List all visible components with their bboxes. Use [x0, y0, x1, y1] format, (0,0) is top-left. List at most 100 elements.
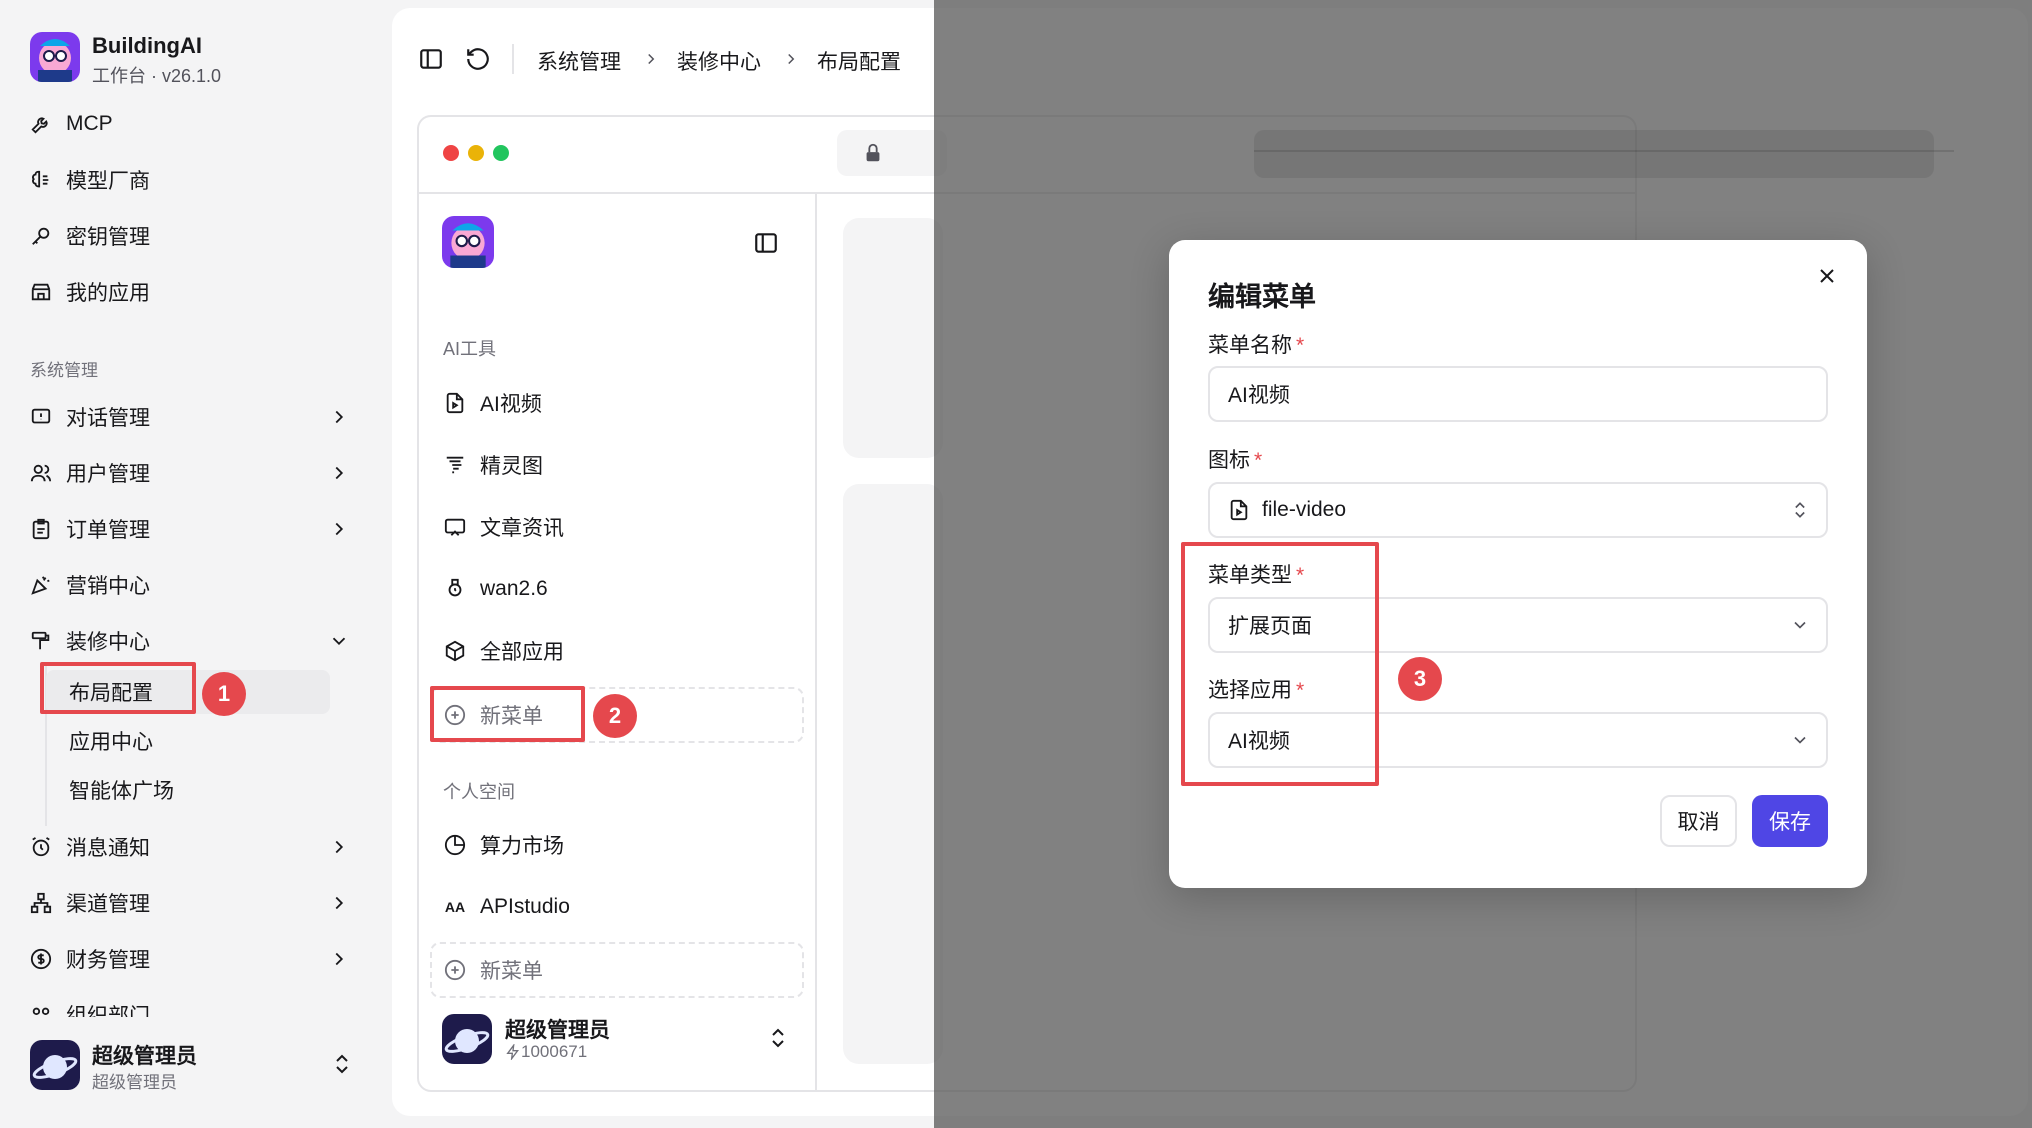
- nav-item-org[interactable]: 组织部门: [28, 995, 368, 1017]
- cancel-button[interactable]: 取消: [1660, 795, 1737, 847]
- users-icon: [28, 1002, 54, 1017]
- save-button[interactable]: 保存: [1752, 795, 1828, 847]
- sub-item-agent-square[interactable]: 智能体广场: [69, 770, 174, 810]
- zap-icon: [505, 1044, 521, 1060]
- nav-label: 订单管理: [66, 519, 150, 542]
- preview-user-avatar[interactable]: [442, 1014, 492, 1064]
- nav-label: 营销中心: [66, 575, 150, 598]
- preview-content-block: [843, 218, 943, 458]
- nav-label: 装修中心: [66, 631, 150, 654]
- annotation-box-1: [40, 662, 196, 714]
- chevron-down-icon: [1790, 730, 1810, 750]
- annotation-box-3: [1181, 542, 1379, 786]
- preview-content-block: [843, 484, 943, 1064]
- file-video-icon: [442, 390, 468, 416]
- chevron-right-icon: [782, 50, 800, 68]
- panel-toggle-icon[interactable]: [753, 230, 779, 256]
- nav-label: MCP: [66, 112, 113, 135]
- chevron-right-icon: [328, 518, 350, 540]
- nav-item-marketing[interactable]: 营销中心: [28, 565, 368, 605]
- annotation-badge-2: 2: [593, 694, 637, 738]
- url-bar: [837, 130, 947, 176]
- nav-item-keys[interactable]: 密钥管理: [28, 216, 368, 256]
- nav-label: 对话管理: [66, 407, 150, 430]
- preview-menu-item[interactable]: 全部应用: [442, 631, 564, 671]
- clipboard-icon: [28, 516, 54, 542]
- chevrons-up-down-icon[interactable]: [330, 1052, 354, 1076]
- preview-menu-item[interactable]: 文章资讯: [442, 507, 564, 547]
- section-label: 系统管理: [30, 361, 98, 380]
- nav-label: 组织部门: [66, 1005, 150, 1017]
- nav-item-users[interactable]: 用户管理: [28, 453, 368, 493]
- annotation-badge-3: 3: [1398, 657, 1442, 701]
- message-square-icon: [28, 404, 54, 430]
- nav-label: 模型厂商: [66, 170, 150, 193]
- menu-label: 算力市场: [480, 835, 564, 858]
- nav-item-notifications[interactable]: 消息通知: [28, 827, 368, 867]
- preview-logo: [442, 216, 494, 268]
- annotation-badge-1: 1: [202, 672, 246, 716]
- label-text: 菜单名称: [1208, 334, 1292, 357]
- sidebar-toggle-icon[interactable]: [418, 46, 444, 72]
- refresh-icon[interactable]: [465, 46, 491, 72]
- field-label-name: 菜单名称 *: [1208, 329, 1304, 359]
- nav-label: 消息通知: [66, 837, 150, 860]
- nav-item-my-apps[interactable]: 我的应用: [28, 272, 368, 312]
- alarm-icon: [28, 834, 54, 860]
- dialog-title: 编辑菜单: [1208, 282, 1316, 312]
- chevron-down-icon: [1790, 615, 1810, 635]
- annotation-box-2: [430, 686, 585, 742]
- user-role: 超级管理员: [92, 1073, 177, 1092]
- field-label-icon: 图标 *: [1208, 444, 1262, 474]
- nav-item-decoration[interactable]: 装修中心: [28, 621, 368, 661]
- preview-menu-item[interactable]: AA APIstudio: [442, 887, 570, 927]
- breadcrumb-item[interactable]: 装修中心: [677, 46, 761, 76]
- menu-name-input[interactable]: AI视频: [1208, 366, 1828, 422]
- nav-label: 财务管理: [66, 949, 150, 972]
- chevron-right-icon: [328, 462, 350, 484]
- paint-roller-icon: [28, 628, 54, 654]
- text-size-icon: AA: [444, 899, 466, 915]
- preview-group-label: AI工具: [443, 339, 497, 359]
- breadcrumb-current: 布局配置: [817, 51, 901, 74]
- icon-select[interactable]: file-video: [1208, 482, 1828, 538]
- preview-menu-item[interactable]: AI视频: [442, 383, 542, 423]
- new-menu-button[interactable]: 新菜单: [442, 950, 543, 990]
- lock-icon: [862, 142, 884, 164]
- nav-item-chat[interactable]: 对话管理: [28, 397, 368, 437]
- nav-label: 我的应用: [66, 282, 150, 305]
- nav-item-mcp[interactable]: MCP: [28, 104, 368, 144]
- preview-group-label: 个人空间: [443, 782, 515, 802]
- menu-label: 文章资讯: [480, 517, 564, 540]
- store-icon: [28, 279, 54, 305]
- brain-icon: [28, 167, 54, 193]
- required-mark: *: [1254, 449, 1263, 472]
- nav-item-finance[interactable]: 财务管理: [28, 939, 368, 979]
- preview-menu-item[interactable]: wan2.6: [442, 569, 548, 609]
- preview-menu-item[interactable]: 算力市场: [442, 825, 564, 865]
- sub-item-app-center[interactable]: 应用中心: [69, 721, 153, 761]
- nav-clip: 组织部门: [0, 995, 390, 1017]
- tornado-icon: [442, 452, 468, 478]
- breadcrumb-item[interactable]: 系统管理: [537, 46, 621, 76]
- close-icon[interactable]: [1815, 264, 1839, 288]
- chevrons-up-down-icon[interactable]: [766, 1026, 790, 1050]
- nav-item-orders[interactable]: 订单管理: [28, 509, 368, 549]
- users-icon: [28, 460, 54, 486]
- menu-label: 精灵图: [480, 455, 543, 478]
- dollar-circle-icon: [28, 946, 54, 972]
- chevron-right-icon: [328, 892, 350, 914]
- user-avatar[interactable]: [30, 1040, 80, 1090]
- cast-icon: [442, 514, 468, 540]
- label-text: 图标: [1208, 449, 1250, 472]
- wrench-icon: [28, 111, 54, 137]
- nav-item-model-vendors[interactable]: 模型厂商: [28, 160, 368, 200]
- preview-menu-item[interactable]: 精灵图: [442, 445, 543, 485]
- nav-item-channels[interactable]: 渠道管理: [28, 883, 368, 923]
- menu-label: 全部应用: [480, 641, 564, 664]
- app-name: BuildingAI: [92, 33, 202, 58]
- network-icon: [28, 890, 54, 916]
- app-logo: [30, 32, 80, 82]
- user-name: 超级管理员: [92, 1045, 197, 1068]
- toolbar-divider: [512, 44, 514, 74]
